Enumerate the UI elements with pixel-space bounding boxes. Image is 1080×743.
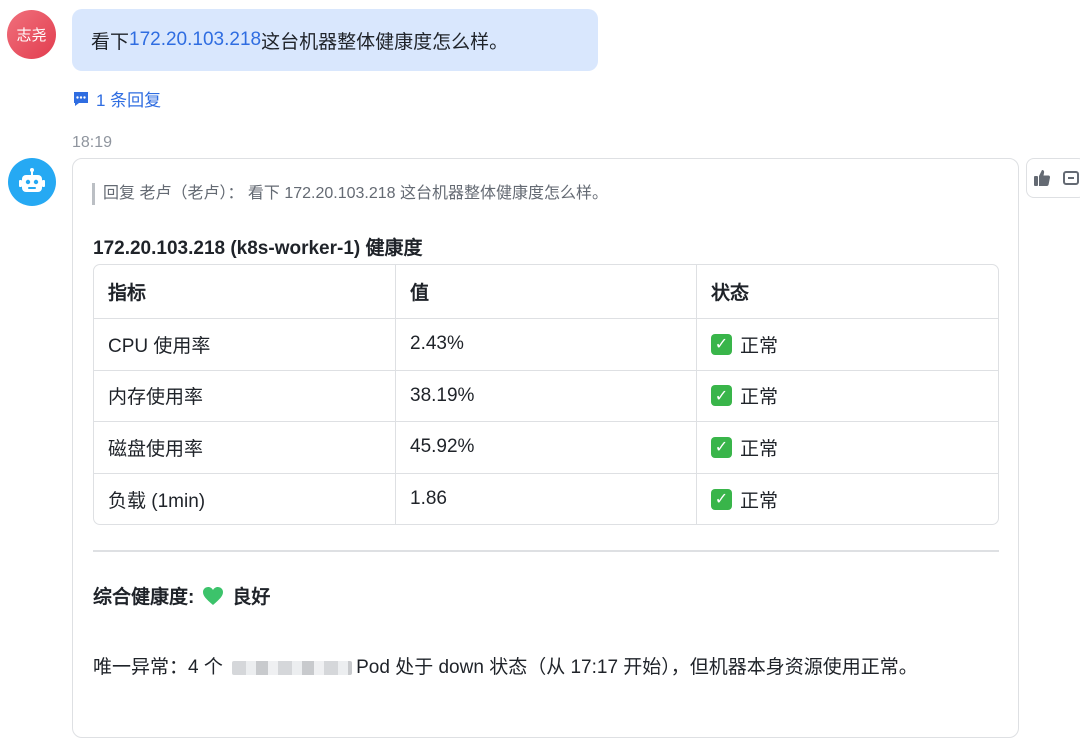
- status-cell: ✓ 正常: [696, 473, 997, 525]
- header-metric: 指标: [108, 283, 147, 304]
- header-status: 状态: [696, 265, 997, 318]
- more-button[interactable]: [1056, 159, 1080, 197]
- check-mark-icon: ✓: [711, 385, 732, 407]
- section-divider: [93, 550, 999, 552]
- reply-count-label: 1 条回复: [96, 91, 162, 110]
- value-cell: 45.92%: [395, 422, 696, 473]
- redacted-text: [232, 660, 353, 675]
- user-avatar[interactable]: 志尧: [7, 10, 56, 59]
- note-suffix: Pod 处于 down 状态（从 17:17 开始），但机器本身资源使用正常。: [356, 657, 918, 678]
- user-avatar-text: 志尧: [16, 27, 47, 44]
- message-timestamp: 18:19: [72, 134, 113, 151]
- check-mark-icon: ✓: [711, 488, 732, 510]
- status-text: 正常: [740, 438, 779, 460]
- value-cell: 38.19%: [395, 370, 696, 422]
- bot-avatar[interactable]: [8, 158, 56, 206]
- user-message-prefix: 看下: [91, 31, 130, 53]
- table-row: 负载 (1min) 1.86 ✓ 正常: [94, 472, 998, 525]
- table-row: CPU 使用率 2.43% ✓ 正常: [94, 318, 998, 370]
- robot-icon: [19, 168, 45, 192]
- status-cell: ✓ 正常: [696, 422, 997, 473]
- more-icon: [1062, 171, 1079, 185]
- status-cell: ✓ 正常: [696, 319, 997, 370]
- note-prefix: 唯一异常：4 个: [93, 657, 229, 678]
- bot-reply-card: 回复 老卢（老卢）： 看下 172.20.103.218 这台机器整体健康度怎么…: [72, 158, 1019, 738]
- value-cell: 1.86: [395, 473, 696, 525]
- thumbs-up-button[interactable]: [1027, 159, 1056, 197]
- table-row: 磁盘使用率 45.92% ✓ 正常: [94, 421, 998, 473]
- metric-cell: CPU 使用率: [108, 335, 211, 357]
- summary-label: 综合健康度:: [93, 587, 195, 608]
- metric-cell: 内存使用率: [108, 387, 204, 409]
- status-text: 正常: [740, 335, 779, 357]
- message-actions: [1026, 158, 1080, 198]
- health-table: 指标 值 状态 CPU 使用率 2.43% ✓ 正常 内存使用率 38.19% ✓…: [93, 264, 999, 526]
- value-cell: 2.43%: [395, 319, 696, 370]
- status-text: 正常: [740, 490, 779, 512]
- green-heart-icon: [203, 586, 224, 605]
- user-message-bubble: 看下 172.20.103.218 这台机器整体健康度怎么样。: [72, 9, 598, 71]
- metric-cell: 负载 (1min): [108, 490, 206, 512]
- reply-thread-icon: [74, 91, 88, 106]
- check-mark-icon: ✓: [711, 436, 732, 458]
- metric-cell: 磁盘使用率: [108, 438, 204, 460]
- reply-thread-button[interactable]: 1 条回复: [72, 86, 161, 111]
- thumbs-up-icon: [1033, 170, 1050, 186]
- summary-value: 良好: [232, 587, 271, 608]
- ip-link[interactable]: 172.20.103.218: [129, 29, 261, 51]
- user-message-suffix: 这台机器整体健康度怎么样。: [261, 31, 509, 53]
- status-cell: ✓ 正常: [696, 370, 997, 422]
- quoted-message[interactable]: 回复 老卢（老卢）： 看下 172.20.103.218 这台机器整体健康度怎么…: [92, 183, 608, 205]
- check-mark-icon: ✓: [711, 333, 732, 355]
- anomaly-note: 唯一异常：4 个 Pod 处于 down 状态（从 17:17 开始），但机器本…: [93, 651, 983, 685]
- header-value: 值: [395, 265, 696, 318]
- reply-title: 172.20.103.218 (k8s-worker-1) 健康度: [93, 238, 423, 259]
- table-header-row: 指标 值 状态: [94, 265, 998, 318]
- overall-health: 综合健康度: 良好: [93, 582, 270, 609]
- status-text: 正常: [740, 387, 779, 409]
- table-row: 内存使用率 38.19% ✓ 正常: [94, 369, 998, 422]
